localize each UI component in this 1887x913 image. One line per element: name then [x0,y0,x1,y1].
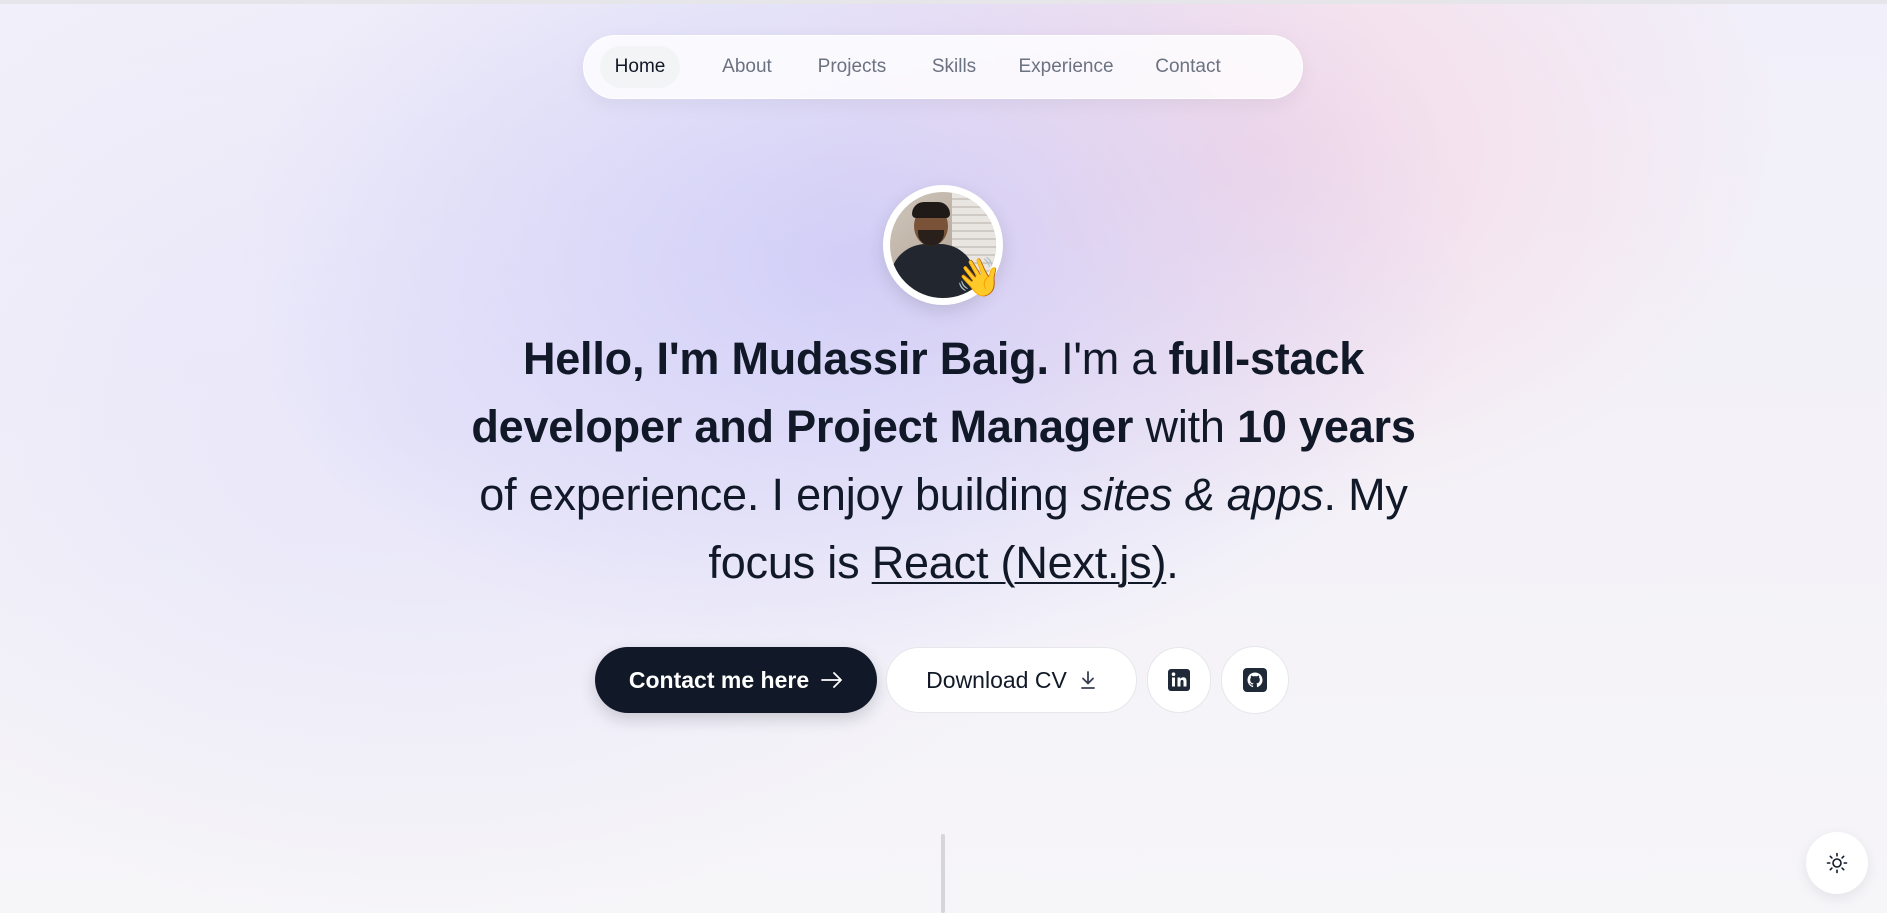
theme-toggle-button[interactable] [1806,832,1868,894]
download-icon [1080,671,1095,689]
scroll-indicator-line [941,834,945,913]
nav-item-skills[interactable]: Skills [914,46,994,88]
nav-item-home[interactable]: Home [600,46,680,88]
download-cv-label: Download CV [926,666,1067,693]
hero-headline: Hello, I'm Mudassir Baig. I'm a full-sta… [460,325,1427,597]
linkedin-icon [1168,669,1190,691]
waving-hand-icon: 👋 [955,255,1003,299]
nav-item-contact[interactable]: Contact [1138,46,1238,88]
headline-sites-apps: sites & apps [1080,469,1324,520]
download-cv-button[interactable]: Download CV [886,647,1137,713]
headline-text: with [1133,401,1238,452]
headline-text: I'm a [1048,333,1169,384]
contact-button-label: Contact me here [628,666,810,693]
github-button[interactable] [1221,646,1289,714]
nav-item-about[interactable]: About [692,46,802,88]
arrow-right-icon [821,672,843,688]
sun-icon [1826,852,1848,874]
nav-item-experience[interactable]: Experience [1006,46,1126,88]
main-nav: Home About Projects Skills Experience Co… [583,35,1303,99]
headline-text: . [1166,537,1179,588]
headline-greeting: Hello, I'm Mudassir Baig. [522,333,1049,384]
linkedin-button[interactable] [1147,647,1211,713]
github-icon [1243,668,1267,692]
headline-text: of experience. I enjoy building [479,469,1081,520]
nav-item-projects[interactable]: Projects [802,46,902,88]
top-divider [0,0,1887,4]
headline-focus: React (Next.js) [871,537,1167,588]
headline-years: 10 years [1237,401,1416,452]
contact-button[interactable]: Contact me here [595,647,877,713]
